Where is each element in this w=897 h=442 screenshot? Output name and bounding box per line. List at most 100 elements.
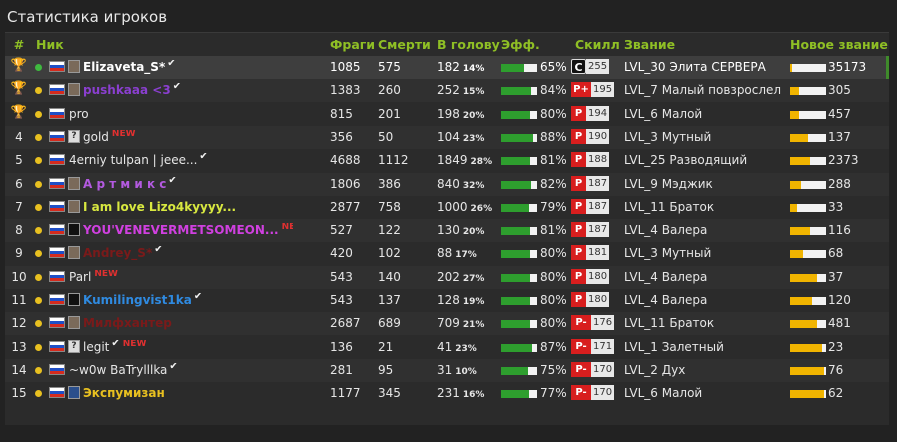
table-row[interactable]: 8 YOU'VENEVERMETSOMEON...NEW 527 122 13020% 8… (5, 219, 889, 243)
player-nick[interactable]: Parl NEW (69, 270, 118, 284)
skill-grade: P (571, 105, 586, 121)
table-row[interactable]: 7 I am love Lizo4kyyyy... 2877 758 1000 26% 79… (5, 196, 889, 219)
player-nick-text[interactable]: 4erniy tulpan | jeee... (69, 153, 197, 167)
player-nick-text[interactable]: Kumilingvist1ka (83, 293, 192, 307)
player-nick[interactable]: ~w0w BaTrylllka ✔ (69, 363, 178, 377)
player-nick-text[interactable]: А р т м и к с (83, 177, 166, 191)
player-nick[interactable]: Милфхантер (83, 316, 172, 330)
player-nick-text[interactable]: Экспумизан (83, 386, 165, 400)
status-dot (35, 227, 42, 235)
efficiency-value: 81% (540, 223, 567, 238)
deaths-value: 345 (378, 386, 401, 401)
new-rank-value: 76 (828, 362, 844, 377)
skill-value: 180 (586, 268, 610, 284)
skill-grade: P (571, 245, 586, 261)
col-eff-header[interactable]: Эфф. (501, 37, 540, 52)
rank-value: LVL_11 Браток (624, 199, 715, 214)
player-nick[interactable]: Kumilingvist1ka ✔ (83, 293, 202, 307)
skill-value: 176 (591, 315, 615, 331)
avatar (68, 83, 80, 97)
col-skill-header[interactable]: Скилл (575, 37, 620, 52)
player-nick-text[interactable]: Parl (69, 270, 91, 284)
player-nick-text[interactable]: Andrey_S* (83, 246, 152, 260)
table-row[interactable]: 13? legit ✔ NEW 136 21 41 23% 87% P- 171 LVL_1 Зале… (5, 336, 889, 359)
frags-value: 136 (330, 339, 353, 354)
efficiency-value: 80% (540, 246, 567, 261)
player-nick[interactable]: А р т м и к с ✔ (83, 177, 177, 191)
col-nick-header[interactable]: Ник (36, 37, 64, 52)
table-row[interactable]: 5 4erniy tulpan | jeee... ✔ 4688 1112 1849 28%… (5, 149, 889, 172)
col-new-rank-header[interactable]: Новое звание (790, 37, 888, 52)
skill-badge: P 187 (571, 198, 610, 214)
table-row[interactable]: 🏆 pro 815 201 198 20% 80% P 194 LVL_6 Малой 457 (5, 103, 889, 126)
headshots-value: 709 (437, 316, 460, 331)
skill-grade: P (571, 198, 586, 214)
player-nick[interactable]: Экспумизан (83, 386, 165, 400)
table-row[interactable]: 🏆 pushkaaa <3 ✔ 1383 260 252 15% 84% P+ 195 LVL_7 … (5, 79, 889, 103)
trophy-icon: 🏆 (10, 58, 28, 73)
russia-flag-icon (49, 247, 65, 259)
check-icon: ✔ (154, 246, 163, 256)
row-number: 12 (11, 316, 27, 331)
avatar (68, 293, 80, 306)
efficiency-bar (501, 87, 537, 96)
player-nick-text[interactable]: I am love Lizo4kyyyy... (83, 200, 236, 214)
frags-value: 2877 (330, 199, 361, 214)
table-row[interactable]: 9 Andrey_S* ✔ 420 102 88 17% 80% P 181 LVL_3 Мутны… (5, 242, 889, 265)
check-icon: ✔ (167, 60, 176, 69)
player-nick-text[interactable]: YOU'VENEVERMETSOMEON... (83, 223, 279, 237)
col-deaths-header[interactable]: Смерти (378, 37, 431, 52)
table-row[interactable]: 6 А р т м и к с ✔ 1806 386 840 32% 82% P 187 LVL_9… (5, 172, 889, 196)
headshots-percent: 16% (462, 390, 485, 401)
new-rank-progress-bar (790, 157, 826, 166)
col-rank-header[interactable]: Звание (624, 37, 675, 52)
skill-grade: P (571, 128, 586, 144)
col-headshots-header[interactable]: В голову (437, 37, 500, 52)
player-nick-text[interactable]: ~w0w BaTrylllka (69, 363, 167, 377)
player-nick[interactable]: gold NEW (83, 130, 136, 144)
russia-flag-icon (49, 294, 65, 305)
avatar (68, 386, 80, 400)
player-nick-text[interactable]: pro (69, 107, 89, 121)
avatar (68, 246, 80, 260)
skill-grade: P (571, 152, 586, 168)
skill-value: 194 (586, 105, 610, 121)
table-row[interactable]: 10 Parl NEW 543 140 202 27% 80% P 180 LVL_4 Валера… (5, 265, 889, 289)
headshots-percent: 10% (455, 366, 477, 377)
frags-value: 420 (330, 246, 353, 261)
player-nick[interactable]: YOU'VENEVERMETSOMEON...NEW (83, 223, 293, 237)
table-row[interactable]: 11 Kumilingvist1ka ✔ 543 137 128 19% 80% P 180 LVL… (5, 289, 889, 312)
player-nick[interactable]: Andrey_S* ✔ (83, 246, 163, 260)
player-nick[interactable]: I am love Lizo4kyyyy... (83, 200, 236, 214)
russia-flag-icon (49, 177, 65, 189)
efficiency-bar (501, 366, 537, 375)
player-nick-text[interactable]: Милфхантер (83, 316, 172, 330)
player-nick[interactable]: pro (69, 107, 89, 121)
player-nick-text[interactable]: pushkaaa <3 (83, 83, 171, 97)
player-nick-text[interactable]: gold (83, 130, 109, 144)
efficiency-value: 77% (540, 386, 567, 401)
player-nick-text[interactable]: Elizaveta_S* (83, 60, 165, 74)
headshots-cell: 1849 28% (437, 153, 492, 167)
headshots-cell: 128 19% (437, 293, 484, 307)
rank-value: LVL_3 Мутный (624, 129, 712, 144)
table-row[interactable]: 15 Экспумизан 1177 345 231 16% 77% P- 170 LVL_6 М… (5, 382, 889, 405)
rank-value: LVL_2 Дух (624, 362, 686, 377)
deaths-value: 102 (378, 246, 401, 261)
table-row[interactable]: 14 ~w0w BaTrylllka ✔ 281 95 31 10% 75% P- 170 LVL_… (5, 358, 889, 382)
player-nick[interactable]: Elizaveta_S* ✔ (83, 60, 176, 74)
headshots-cell: 198 20% (437, 107, 484, 121)
table-row[interactable]: 12 Милфхантер 2687 689 709 21% 80% P- 176 LVL_11 … (5, 312, 889, 336)
table-row[interactable]: 4? gold NEW 356 50 104 23% 88% P 190 LVL_3 Мутный 1… (5, 125, 889, 149)
player-nick-text[interactable]: legit (83, 340, 109, 354)
frags-value: 1806 (330, 176, 361, 191)
skill-grade: P (571, 292, 586, 307)
player-nick[interactable]: 4erniy tulpan | jeee... ✔ (69, 153, 208, 167)
col-frags-header[interactable]: Фраги (330, 37, 375, 52)
player-nick[interactable]: pushkaaa <3 ✔ (83, 83, 181, 97)
efficiency-value: 82% (540, 176, 567, 191)
col-num-header[interactable]: # (10, 37, 28, 52)
player-nick[interactable]: legit ✔ NEW (83, 340, 146, 354)
table-row[interactable]: 🏆 Elizaveta_S* ✔ 1085 575 182 14% 65% C 255 LVL_30… (5, 56, 889, 79)
deaths-value: 122 (378, 223, 401, 238)
